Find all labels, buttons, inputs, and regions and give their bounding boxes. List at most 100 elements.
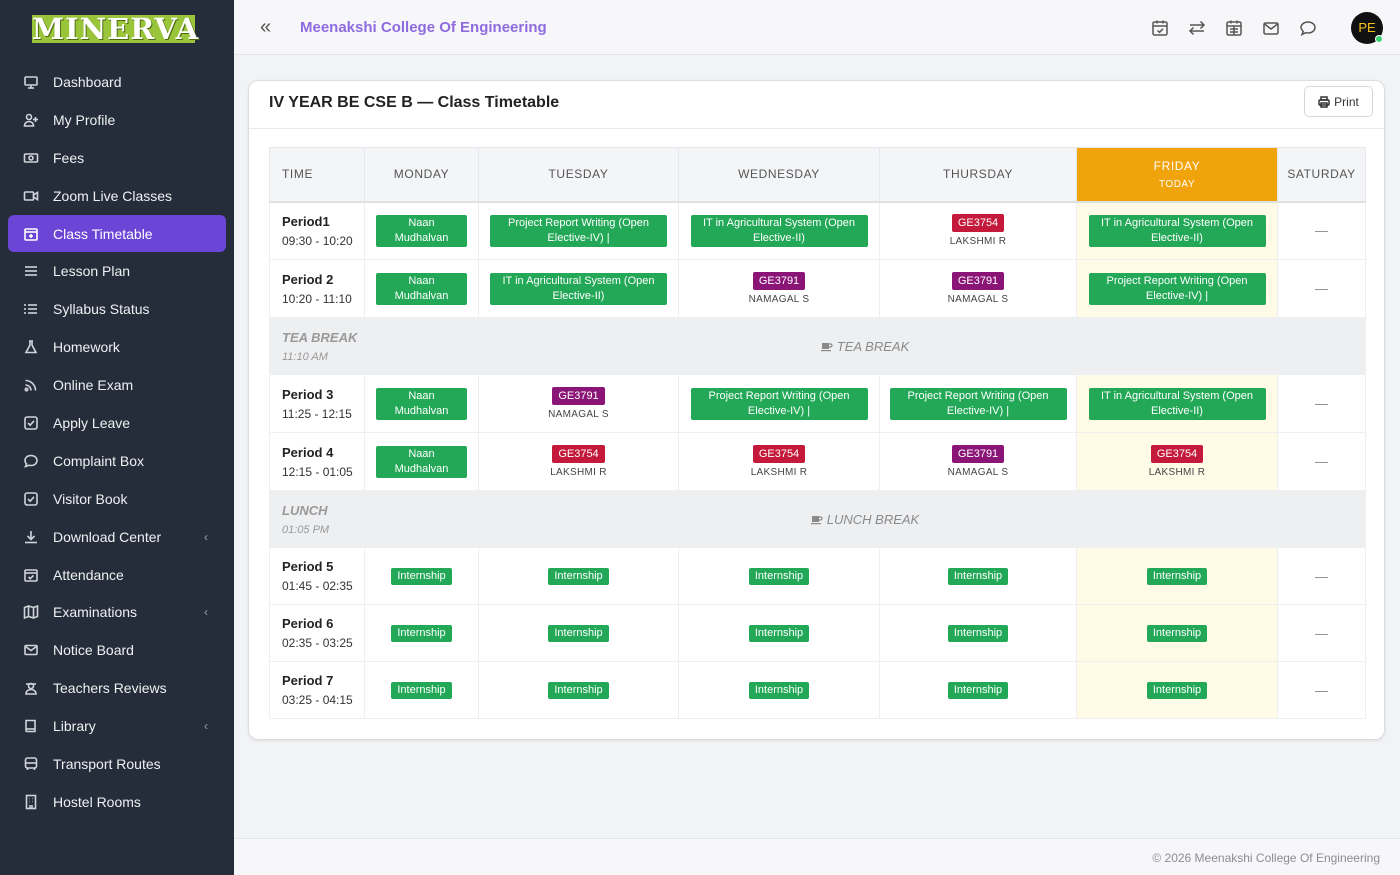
subject-badge[interactable]: IT in Agricultural System (Open Elective…: [490, 272, 667, 305]
period-name: Period 7: [282, 673, 334, 688]
sidebar-item-syllabus-status[interactable]: Syllabus Status: [8, 290, 226, 328]
user-avatar[interactable]: PE: [1351, 12, 1383, 44]
subject-badge[interactable]: Project Report Writing (Open Elective-IV…: [690, 387, 868, 420]
column-header-tuesday: TUESDAY: [478, 147, 679, 203]
subject-badge[interactable]: Internship: [947, 681, 1009, 699]
collapse-sidebar-icon[interactable]: «: [260, 17, 271, 37]
list-ol-icon: [22, 300, 40, 318]
timetable-cell: Internship: [678, 604, 880, 662]
sidebar-item-online-exam[interactable]: Online Exam: [8, 366, 226, 404]
sidebar-item-attendance[interactable]: Attendance: [8, 556, 226, 594]
print-button[interactable]: Print: [1304, 86, 1373, 117]
sidebar-item-label: Apply Leave: [53, 414, 131, 431]
subject-badge[interactable]: Internship: [548, 681, 609, 699]
column-header-friday: FRIDAY TODAY: [1076, 147, 1278, 203]
subject-code-badge[interactable]: GE3754: [752, 445, 806, 463]
subject-badge[interactable]: Internship: [391, 567, 452, 585]
sidebar-item-lesson-plan[interactable]: Lesson Plan: [8, 252, 226, 290]
calendar-icon[interactable]: [1224, 18, 1244, 38]
sidebar-item-fees[interactable]: Fees: [8, 139, 226, 177]
sidebar-item-hostel-rooms[interactable]: Hostel Rooms: [8, 783, 226, 821]
subject-badge[interactable]: Naan Mudhalvan: [376, 445, 467, 478]
subject-badge[interactable]: IT in Agricultural System (Open Elective…: [690, 214, 868, 247]
footer: © 2026 Meenakshi College Of Engineering: [234, 838, 1400, 875]
period-time-cell: Period 4 12:15 - 01:05: [269, 432, 365, 491]
sidebar-item-class-timetable[interactable]: Class Timetable: [8, 214, 226, 253]
subject-code-badge[interactable]: GE3754: [1150, 445, 1204, 463]
sidebar-item-teachers-reviews[interactable]: Teachers Reviews: [8, 669, 226, 707]
subject-badge[interactable]: IT in Agricultural System (Open Elective…: [1088, 214, 1266, 247]
period-row-period-3: Period 3 11:25 - 12:15 Naan Mudhalvan GE379…: [269, 374, 1366, 433]
period-row-period-6: Period 6 02:35 - 03:25 Internship Internshi…: [269, 604, 1366, 662]
sidebar-item-label: Library: [53, 718, 96, 735]
subject-badge[interactable]: Internship: [1146, 567, 1208, 585]
calendar-check-icon[interactable]: [1150, 18, 1170, 38]
card-header: IV YEAR BE CSE B — Class Timetable Print: [249, 81, 1384, 129]
chat-icon[interactable]: [1298, 18, 1318, 38]
subject-badge[interactable]: Naan Mudhalvan: [376, 272, 467, 305]
column-header-wednesday: WEDNESDAY: [678, 147, 880, 203]
sidebar-item-zoom-live-classes[interactable]: Zoom Live Classes: [8, 177, 226, 215]
sidebar-item-examinations[interactable]: Examinations ‹: [8, 593, 226, 631]
subject-badge[interactable]: Naan Mudhalvan: [376, 214, 467, 247]
sidebar-item-complaint-box[interactable]: Complaint Box: [8, 442, 226, 480]
sidebar-item-download-center[interactable]: Download Center ‹: [8, 518, 226, 556]
sidebar-item-my-profile[interactable]: My Profile: [8, 101, 226, 139]
print-label: Print: [1334, 94, 1359, 109]
sidebar-item-notice-board[interactable]: Notice Board: [8, 631, 226, 669]
subject-badge[interactable]: Internship: [548, 567, 609, 585]
subject-badge[interactable]: Internship: [748, 567, 810, 585]
subject-badge[interactable]: Internship: [391, 624, 452, 642]
subject-code-badge[interactable]: GE3791: [951, 445, 1005, 463]
subject-badge[interactable]: Naan Mudhalvan: [376, 387, 467, 420]
timetable-cell: —: [1277, 604, 1366, 662]
sidebar-item-label: Online Exam: [53, 377, 134, 394]
break-row-tea-break: TEA BREAK 11:10 AM TEA BREAK: [269, 317, 1366, 375]
timetable-cell: Internship: [1076, 547, 1278, 605]
subject-badge[interactable]: IT in Agricultural System (Open Elective…: [1088, 387, 1266, 420]
subject-code-badge[interactable]: GE3791: [951, 272, 1005, 290]
sidebar-item-label: Lesson Plan: [53, 263, 131, 280]
timetable-cell: GE3754 LAKSHMI R: [879, 201, 1077, 260]
sidebar-item-dashboard[interactable]: Dashboard: [8, 63, 226, 101]
timetable-cell: Project Report Writing (Open Elective-IV…: [678, 374, 880, 433]
timetable-cell: Internship: [478, 604, 679, 662]
sidebar-item-library[interactable]: Library ‹: [8, 707, 226, 745]
teacher-name: LAKSHMI R: [750, 467, 808, 478]
subject-code-badge[interactable]: GE3754: [951, 214, 1005, 233]
empty-slot: —: [1315, 223, 1328, 239]
subject-badge[interactable]: Internship: [748, 681, 810, 699]
period-time-cell: Period 2 10:20 - 11:10: [269, 259, 365, 318]
timetable-cell: Naan Mudhalvan: [364, 201, 479, 260]
exchange-icon[interactable]: [1187, 18, 1207, 38]
subject-code-badge[interactable]: GE3791: [552, 387, 605, 405]
subject-badge[interactable]: Internship: [391, 681, 452, 699]
subject-badge[interactable]: Project Report Writing (Open Elective-IV…: [889, 387, 1067, 420]
check-square-icon: [22, 490, 40, 508]
timetable-cell: Internship: [1076, 661, 1278, 719]
subject-badge[interactable]: Internship: [1146, 624, 1208, 642]
timetable-cell: Project Report Writing (Open Elective-IV…: [478, 201, 679, 260]
subject-badge[interactable]: Internship: [947, 567, 1009, 585]
brand-logo[interactable]: MINERVA: [32, 15, 198, 44]
timetable-cell: —: [1277, 259, 1366, 318]
coffee-icon: [810, 515, 823, 524]
subject-badge[interactable]: Internship: [548, 624, 609, 642]
envelope-icon[interactable]: [1261, 18, 1281, 38]
subject-badge[interactable]: Internship: [1146, 681, 1208, 699]
sidebar-item-apply-leave[interactable]: Apply Leave: [8, 404, 226, 442]
subject-code-badge[interactable]: GE3791: [752, 272, 806, 290]
subject-badge[interactable]: Internship: [947, 624, 1009, 642]
subject-badge[interactable]: Internship: [748, 624, 810, 642]
subject-badge[interactable]: Project Report Writing (Open Elective-IV…: [1088, 272, 1266, 305]
break-time: 11:10 AM: [282, 350, 328, 363]
subject-badge[interactable]: Project Report Writing (Open Elective-IV…: [490, 214, 667, 247]
timetable-cell: GE3754 LAKSHMI R: [478, 432, 679, 491]
timetable-cell: GE3754 LAKSHMI R: [1076, 432, 1278, 491]
subject-code-badge[interactable]: GE3754: [552, 445, 605, 463]
college-name[interactable]: Meenakshi College Of Engineering: [300, 19, 547, 36]
sidebar-item-transport-routes[interactable]: Transport Routes: [8, 745, 226, 783]
sidebar-item-homework[interactable]: Homework: [8, 328, 226, 366]
envelope-icon: [22, 641, 40, 659]
sidebar-item-visitor-book[interactable]: Visitor Book: [8, 480, 226, 518]
